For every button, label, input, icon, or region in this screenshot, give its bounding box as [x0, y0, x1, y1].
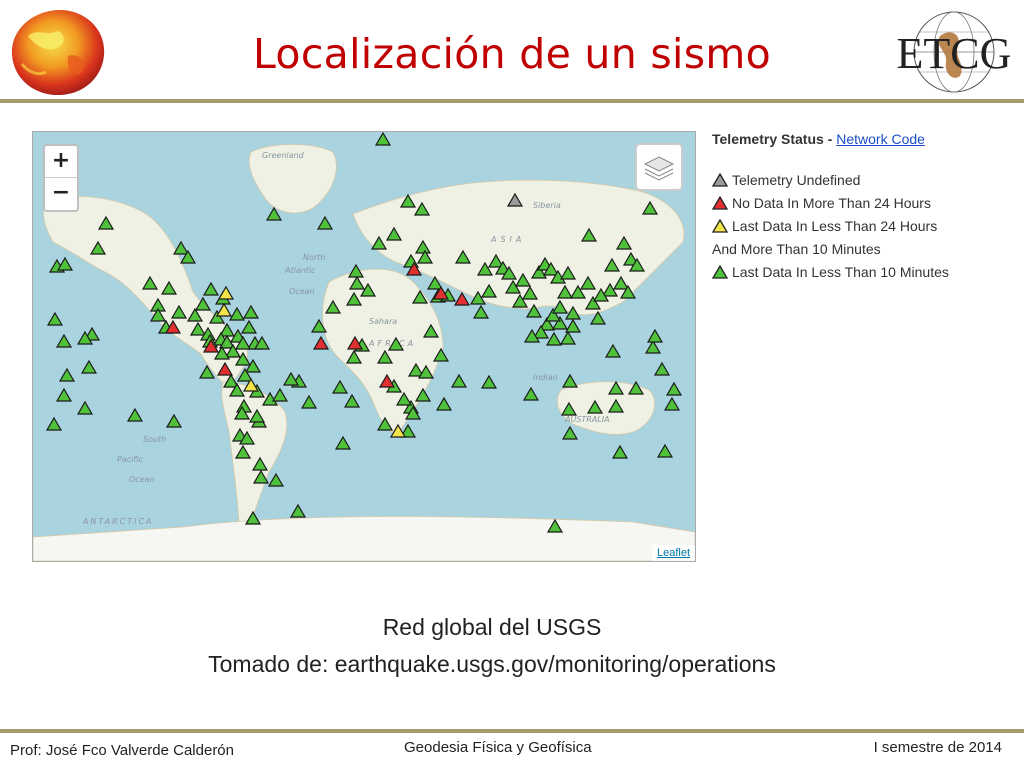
- station-green-157[interactable]: [58, 367, 76, 382]
- station-green-164[interactable]: [126, 407, 144, 422]
- label-north: North: [303, 253, 325, 262]
- station-green-155[interactable]: [46, 311, 64, 326]
- green-triangle-icon: [711, 264, 729, 279]
- station-green-148[interactable]: [300, 394, 318, 409]
- telemetry-legend: Telemetry Status - Network Code Telemetr…: [711, 131, 1012, 284]
- legend-label-undefined: Telemetry Undefined: [732, 172, 861, 188]
- label-antarctica: ANTARCTICA: [82, 517, 154, 526]
- label-south: South: [143, 435, 166, 444]
- station-green-105[interactable]: [545, 331, 563, 346]
- label-pacific: Pacific: [117, 455, 144, 464]
- label-ocean-n: Ocean: [289, 287, 315, 296]
- logo-text: ETCG: [897, 29, 1012, 78]
- station-green-162[interactable]: [45, 416, 63, 431]
- station-green-51[interactable]: [267, 472, 285, 487]
- station-green-135[interactable]: [611, 444, 629, 459]
- layers-icon: [643, 156, 675, 181]
- legend-heading: Telemetry Status - Network Code: [712, 131, 1012, 153]
- network-code-link[interactable]: Network Code: [836, 131, 925, 147]
- station-green-122[interactable]: [561, 373, 579, 388]
- station-red-2[interactable]: [453, 291, 471, 306]
- label-indian: Indian: [533, 373, 558, 382]
- legend-item-last-10: Last Data In Less Than 10 Minutes: [711, 261, 1012, 284]
- station-green-149[interactable]: [282, 371, 300, 386]
- label-greenland: Greenland: [262, 151, 305, 160]
- station-green-71[interactable]: [472, 304, 490, 319]
- station-green-154[interactable]: [56, 256, 74, 271]
- footer-semester: I semestre de 2014: [873, 739, 1002, 756]
- layers-button[interactable]: [635, 143, 683, 191]
- footer-author: Prof: José Fco Valverde Calderón: [10, 742, 234, 759]
- caption-title: Red global del USGS: [382, 614, 602, 640]
- station-green-136[interactable]: [656, 443, 674, 458]
- station-green-165[interactable]: [165, 413, 183, 428]
- station-green-156[interactable]: [55, 333, 73, 348]
- station-green-53[interactable]: [271, 387, 289, 402]
- legend-label-no-data: No Data In More Than 24 Hours: [732, 195, 931, 211]
- station-red-8[interactable]: [312, 335, 330, 350]
- station-green-23[interactable]: [242, 304, 260, 319]
- station-green-129[interactable]: [663, 396, 681, 411]
- legend-label-last-10: Last Data In Less Than 10 Minutes: [732, 264, 949, 280]
- caption-source: Tomado de: earthquake.usgs.gov/monitorin…: [208, 651, 776, 677]
- station-green-21[interactable]: [228, 306, 246, 321]
- station-green-110[interactable]: [564, 318, 582, 333]
- label-sahara: Sahara: [369, 317, 397, 326]
- red-triangle-icon: [711, 195, 729, 210]
- top-divider: [0, 99, 1024, 103]
- station-green-128[interactable]: [665, 381, 683, 396]
- station-green-137[interactable]: [435, 396, 453, 411]
- legend-label-last-24-cont: And More Than 10 Minutes: [712, 241, 881, 257]
- etcg-logo: ETCG: [888, 6, 1020, 98]
- station-green-121[interactable]: [522, 386, 540, 401]
- station-green-120[interactable]: [480, 374, 498, 389]
- label-siberia: Siberia: [533, 201, 561, 210]
- legend-item-last-24: Last Data In Less Than 24 Hours: [711, 215, 1012, 238]
- station-green-126[interactable]: [644, 339, 662, 354]
- station-green-0[interactable]: [374, 132, 392, 146]
- station-yellow-3[interactable]: [215, 302, 233, 317]
- zoom-out-button[interactable]: −: [45, 178, 77, 209]
- label-asia: ASIA: [490, 235, 525, 244]
- station-yellow-0[interactable]: [217, 285, 235, 300]
- gray-triangle-icon: [711, 172, 729, 187]
- legend-separator: -: [823, 131, 837, 147]
- station-green-125[interactable]: [653, 361, 671, 376]
- station-green-153[interactable]: [289, 503, 307, 518]
- legend-item-undefined: Telemetry Undefined: [711, 169, 1012, 192]
- legend-label-last-24: Last Data In Less Than 24 Hours: [732, 218, 938, 234]
- world-map-svg: Greenland Siberia ASIA North Atlantic Oc…: [33, 132, 695, 561]
- legend-item-no-data: No Data In More Than 24 Hours: [711, 192, 1012, 215]
- legend-title: Telemetry Status: [712, 131, 824, 147]
- station-green-9[interactable]: [172, 240, 190, 255]
- station-green-145[interactable]: [334, 435, 352, 450]
- station-green-27[interactable]: [240, 319, 258, 334]
- label-atlantic: Atlantic: [284, 266, 316, 275]
- bottom-divider: [0, 729, 1024, 733]
- leaflet-link[interactable]: Leaflet: [657, 547, 690, 559]
- slide-title: Localización de un sismo: [253, 30, 771, 78]
- label-ocean-s: Ocean: [129, 475, 155, 484]
- station-green-2[interactable]: [316, 215, 334, 230]
- station-map[interactable]: Greenland Siberia ASIA North Atlantic Oc…: [32, 131, 696, 562]
- station-green-134[interactable]: [561, 425, 579, 440]
- station-green-133[interactable]: [604, 343, 622, 358]
- yellow-triangle-icon: [711, 218, 729, 233]
- map-attribution: Leaflet: [651, 545, 695, 561]
- station-green-107[interactable]: [559, 330, 577, 345]
- station-green-127[interactable]: [646, 328, 664, 343]
- station-green-13[interactable]: [202, 281, 220, 296]
- zoom-in-button[interactable]: +: [45, 146, 77, 178]
- station-green-163[interactable]: [55, 387, 73, 402]
- zoom-control: + −: [43, 144, 79, 212]
- station-green-146[interactable]: [343, 393, 361, 408]
- station-green-119[interactable]: [450, 373, 468, 388]
- station-green-147[interactable]: [331, 379, 349, 394]
- station-green-158[interactable]: [80, 359, 98, 374]
- station-green-161[interactable]: [76, 400, 94, 415]
- footer-course: Geodesia Física y Geofísica: [404, 739, 592, 756]
- label-australia: AUSTRALIA: [564, 415, 610, 424]
